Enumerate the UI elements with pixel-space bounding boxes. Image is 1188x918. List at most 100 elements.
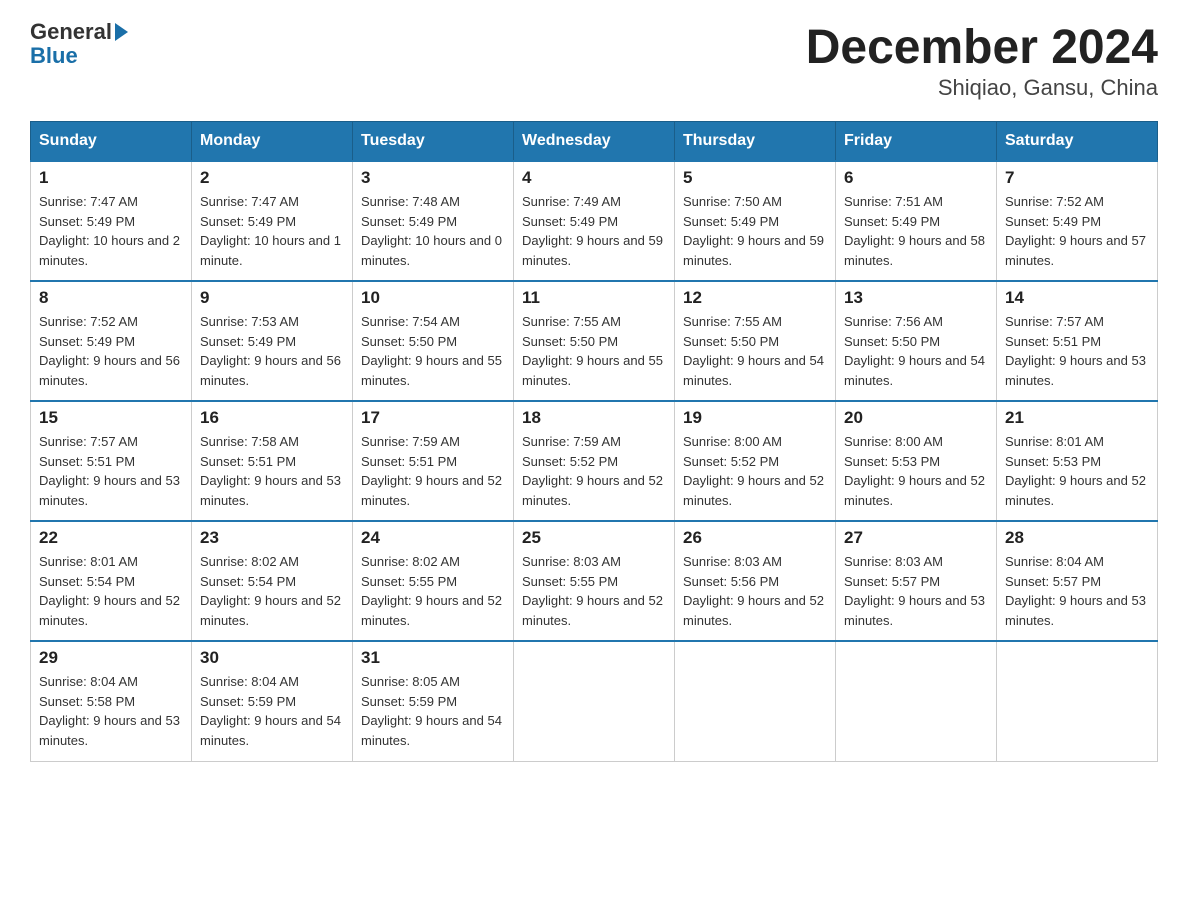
day-info: Sunrise: 7:47 AM Sunset: 5:49 PM Dayligh…: [200, 192, 344, 270]
calendar-day-cell: 27 Sunrise: 8:03 AM Sunset: 5:57 PM Dayl…: [836, 521, 997, 641]
title-block: December 2024 Shiqiao, Gansu, China: [806, 20, 1158, 101]
calendar-day-cell: 13 Sunrise: 7:56 AM Sunset: 5:50 PM Dayl…: [836, 281, 997, 401]
calendar-day-cell: 14 Sunrise: 7:57 AM Sunset: 5:51 PM Dayl…: [997, 281, 1158, 401]
calendar-day-cell: 11 Sunrise: 7:55 AM Sunset: 5:50 PM Dayl…: [514, 281, 675, 401]
calendar-empty-cell: [514, 641, 675, 761]
logo-text-general: General: [30, 19, 112, 44]
day-info: Sunrise: 7:47 AM Sunset: 5:49 PM Dayligh…: [39, 192, 183, 270]
calendar-header-row: SundayMondayTuesdayWednesdayThursdayFrid…: [31, 122, 1158, 162]
day-number: 23: [200, 528, 344, 548]
day-info: Sunrise: 7:59 AM Sunset: 5:51 PM Dayligh…: [361, 432, 505, 510]
day-info: Sunrise: 8:04 AM Sunset: 5:57 PM Dayligh…: [1005, 552, 1149, 630]
day-info: Sunrise: 8:04 AM Sunset: 5:59 PM Dayligh…: [200, 672, 344, 750]
day-number: 26: [683, 528, 827, 548]
day-number: 19: [683, 408, 827, 428]
day-number: 14: [1005, 288, 1149, 308]
day-number: 6: [844, 168, 988, 188]
day-info: Sunrise: 8:02 AM Sunset: 5:55 PM Dayligh…: [361, 552, 505, 630]
day-number: 22: [39, 528, 183, 548]
day-number: 12: [683, 288, 827, 308]
calendar-day-cell: 4 Sunrise: 7:49 AM Sunset: 5:49 PM Dayli…: [514, 161, 675, 281]
day-number: 7: [1005, 168, 1149, 188]
column-header-wednesday: Wednesday: [514, 122, 675, 162]
calendar-day-cell: 18 Sunrise: 7:59 AM Sunset: 5:52 PM Dayl…: [514, 401, 675, 521]
day-number: 16: [200, 408, 344, 428]
day-number: 17: [361, 408, 505, 428]
column-header-saturday: Saturday: [997, 122, 1158, 162]
day-info: Sunrise: 7:55 AM Sunset: 5:50 PM Dayligh…: [522, 312, 666, 390]
column-header-tuesday: Tuesday: [353, 122, 514, 162]
day-number: 31: [361, 648, 505, 668]
day-number: 24: [361, 528, 505, 548]
calendar-day-cell: 29 Sunrise: 8:04 AM Sunset: 5:58 PM Dayl…: [31, 641, 192, 761]
day-info: Sunrise: 8:02 AM Sunset: 5:54 PM Dayligh…: [200, 552, 344, 630]
day-number: 20: [844, 408, 988, 428]
day-info: Sunrise: 7:58 AM Sunset: 5:51 PM Dayligh…: [200, 432, 344, 510]
day-info: Sunrise: 7:49 AM Sunset: 5:49 PM Dayligh…: [522, 192, 666, 270]
day-number: 9: [200, 288, 344, 308]
calendar-day-cell: 3 Sunrise: 7:48 AM Sunset: 5:49 PM Dayli…: [353, 161, 514, 281]
calendar-week-row: 1 Sunrise: 7:47 AM Sunset: 5:49 PM Dayli…: [31, 161, 1158, 281]
calendar-day-cell: 22 Sunrise: 8:01 AM Sunset: 5:54 PM Dayl…: [31, 521, 192, 641]
day-number: 10: [361, 288, 505, 308]
day-info: Sunrise: 8:00 AM Sunset: 5:53 PM Dayligh…: [844, 432, 988, 510]
calendar-day-cell: 7 Sunrise: 7:52 AM Sunset: 5:49 PM Dayli…: [997, 161, 1158, 281]
calendar-day-cell: 10 Sunrise: 7:54 AM Sunset: 5:50 PM Dayl…: [353, 281, 514, 401]
calendar-day-cell: 2 Sunrise: 7:47 AM Sunset: 5:49 PM Dayli…: [192, 161, 353, 281]
day-info: Sunrise: 7:59 AM Sunset: 5:52 PM Dayligh…: [522, 432, 666, 510]
calendar-empty-cell: [836, 641, 997, 761]
day-number: 28: [1005, 528, 1149, 548]
calendar-day-cell: 21 Sunrise: 8:01 AM Sunset: 5:53 PM Dayl…: [997, 401, 1158, 521]
calendar-day-cell: 25 Sunrise: 8:03 AM Sunset: 5:55 PM Dayl…: [514, 521, 675, 641]
day-info: Sunrise: 7:50 AM Sunset: 5:49 PM Dayligh…: [683, 192, 827, 270]
day-number: 30: [200, 648, 344, 668]
day-info: Sunrise: 7:52 AM Sunset: 5:49 PM Dayligh…: [1005, 192, 1149, 270]
calendar-subtitle: Shiqiao, Gansu, China: [806, 75, 1158, 101]
day-info: Sunrise: 8:03 AM Sunset: 5:56 PM Dayligh…: [683, 552, 827, 630]
day-number: 27: [844, 528, 988, 548]
calendar-week-row: 15 Sunrise: 7:57 AM Sunset: 5:51 PM Dayl…: [31, 401, 1158, 521]
column-header-monday: Monday: [192, 122, 353, 162]
day-info: Sunrise: 8:04 AM Sunset: 5:58 PM Dayligh…: [39, 672, 183, 750]
day-number: 18: [522, 408, 666, 428]
calendar-week-row: 8 Sunrise: 7:52 AM Sunset: 5:49 PM Dayli…: [31, 281, 1158, 401]
calendar-day-cell: 19 Sunrise: 8:00 AM Sunset: 5:52 PM Dayl…: [675, 401, 836, 521]
logo-text-blue: Blue: [30, 43, 78, 68]
day-info: Sunrise: 7:51 AM Sunset: 5:49 PM Dayligh…: [844, 192, 988, 270]
calendar-day-cell: 20 Sunrise: 8:00 AM Sunset: 5:53 PM Dayl…: [836, 401, 997, 521]
column-header-friday: Friday: [836, 122, 997, 162]
calendar-title: December 2024: [806, 20, 1158, 75]
calendar-day-cell: 12 Sunrise: 7:55 AM Sunset: 5:50 PM Dayl…: [675, 281, 836, 401]
day-info: Sunrise: 7:52 AM Sunset: 5:49 PM Dayligh…: [39, 312, 183, 390]
calendar-week-row: 29 Sunrise: 8:04 AM Sunset: 5:58 PM Dayl…: [31, 641, 1158, 761]
logo: General Blue: [30, 20, 128, 68]
calendar-empty-cell: [675, 641, 836, 761]
day-number: 1: [39, 168, 183, 188]
day-number: 25: [522, 528, 666, 548]
day-info: Sunrise: 8:00 AM Sunset: 5:52 PM Dayligh…: [683, 432, 827, 510]
calendar-day-cell: 5 Sunrise: 7:50 AM Sunset: 5:49 PM Dayli…: [675, 161, 836, 281]
day-number: 5: [683, 168, 827, 188]
calendar-day-cell: 1 Sunrise: 7:47 AM Sunset: 5:49 PM Dayli…: [31, 161, 192, 281]
calendar-day-cell: 28 Sunrise: 8:04 AM Sunset: 5:57 PM Dayl…: [997, 521, 1158, 641]
day-info: Sunrise: 7:57 AM Sunset: 5:51 PM Dayligh…: [39, 432, 183, 510]
day-info: Sunrise: 8:05 AM Sunset: 5:59 PM Dayligh…: [361, 672, 505, 750]
day-number: 2: [200, 168, 344, 188]
day-info: Sunrise: 8:03 AM Sunset: 5:55 PM Dayligh…: [522, 552, 666, 630]
day-info: Sunrise: 7:53 AM Sunset: 5:49 PM Dayligh…: [200, 312, 344, 390]
day-info: Sunrise: 7:57 AM Sunset: 5:51 PM Dayligh…: [1005, 312, 1149, 390]
calendar-day-cell: 17 Sunrise: 7:59 AM Sunset: 5:51 PM Dayl…: [353, 401, 514, 521]
day-info: Sunrise: 7:56 AM Sunset: 5:50 PM Dayligh…: [844, 312, 988, 390]
day-number: 13: [844, 288, 988, 308]
calendar-empty-cell: [997, 641, 1158, 761]
column-header-sunday: Sunday: [31, 122, 192, 162]
day-number: 11: [522, 288, 666, 308]
day-number: 15: [39, 408, 183, 428]
calendar-day-cell: 9 Sunrise: 7:53 AM Sunset: 5:49 PM Dayli…: [192, 281, 353, 401]
calendar-day-cell: 23 Sunrise: 8:02 AM Sunset: 5:54 PM Dayl…: [192, 521, 353, 641]
day-number: 21: [1005, 408, 1149, 428]
day-info: Sunrise: 7:48 AM Sunset: 5:49 PM Dayligh…: [361, 192, 505, 270]
calendar-day-cell: 31 Sunrise: 8:05 AM Sunset: 5:59 PM Dayl…: [353, 641, 514, 761]
page-header: General Blue December 2024 Shiqiao, Gans…: [30, 20, 1158, 101]
day-number: 3: [361, 168, 505, 188]
